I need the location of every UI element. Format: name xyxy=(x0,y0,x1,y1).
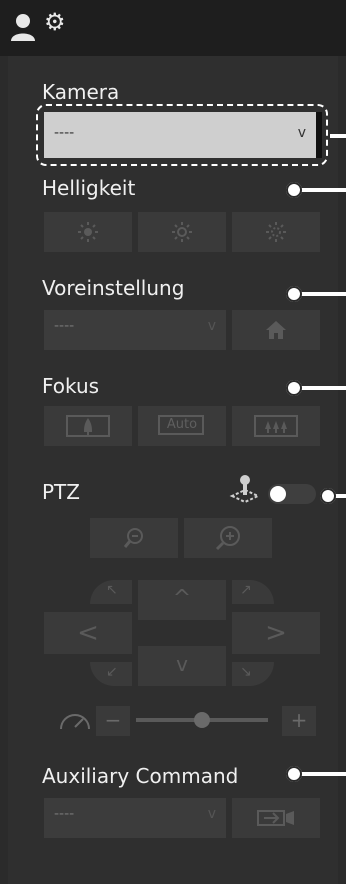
arrow-down-right-icon: ↘ xyxy=(240,664,252,680)
preset-select[interactable]: ---- v xyxy=(44,310,226,350)
pan-right-button[interactable]: > xyxy=(232,612,320,654)
brightness-high-icon xyxy=(266,222,286,242)
user-icon[interactable] xyxy=(10,12,36,46)
arrow-down-icon: v xyxy=(176,652,188,676)
brightness-medium-icon xyxy=(172,222,192,242)
callout-dot xyxy=(320,488,336,504)
camera-select[interactable]: ---- v xyxy=(44,112,322,158)
arrow-down-left-icon: ↙ xyxy=(106,664,118,680)
brightness-label: Helligkeit xyxy=(42,176,136,200)
send-command-button[interactable] xyxy=(232,798,320,838)
zoom-out-icon xyxy=(123,528,143,548)
chevron-down-icon: v xyxy=(297,125,306,141)
preset-label: Voreinstellung xyxy=(42,276,185,300)
speed-decrease-button[interactable]: − xyxy=(96,706,130,736)
brightness-high-button[interactable] xyxy=(232,212,320,252)
preset-select-value: ---- xyxy=(54,318,75,334)
callout-dot xyxy=(286,182,302,198)
brightness-low-button[interactable] xyxy=(44,212,132,252)
callout-dot xyxy=(286,286,302,302)
callout-line xyxy=(296,188,346,192)
focus-near-button[interactable] xyxy=(44,406,132,446)
focus-far-icon xyxy=(254,415,298,437)
callout-line xyxy=(296,292,346,296)
send-command-icon xyxy=(257,810,294,826)
zoom-in-icon xyxy=(215,526,240,551)
pan-left-button[interactable]: < xyxy=(44,612,132,654)
tilt-down-button[interactable]: v xyxy=(138,646,226,686)
brightness-medium-button[interactable] xyxy=(138,212,226,252)
preset-home-button[interactable] xyxy=(232,310,320,350)
ptz-toggle[interactable] xyxy=(268,484,316,504)
chevron-down-icon: v xyxy=(207,806,216,822)
callout-line xyxy=(296,386,346,390)
tilt-up-button[interactable]: ^ xyxy=(138,580,226,620)
callout-dot xyxy=(286,380,302,396)
gear-icon[interactable]: ⚙ xyxy=(44,10,66,34)
speed-gauge-icon xyxy=(58,706,92,736)
auxiliary-command-label: Auxiliary Command xyxy=(42,764,239,788)
minus-icon: − xyxy=(104,708,122,732)
arrow-up-icon: ^ xyxy=(172,586,192,611)
joystick-icon xyxy=(228,474,262,510)
speed-slider[interactable] xyxy=(136,712,268,728)
slider-thumb[interactable] xyxy=(194,712,210,728)
chevron-down-icon: v xyxy=(207,318,216,334)
top-bar: ⚙ xyxy=(0,0,346,56)
focus-auto-button[interactable]: Auto xyxy=(138,406,226,446)
auxiliary-command-select[interactable]: ---- v xyxy=(44,798,226,838)
focus-auto-label: Auto xyxy=(166,417,198,432)
callout-dot xyxy=(286,766,302,782)
home-icon xyxy=(266,321,286,339)
callout-line xyxy=(330,134,346,138)
zoom-out-button[interactable] xyxy=(90,518,178,558)
camera-select-value: ---- xyxy=(54,125,75,141)
zoom-in-button[interactable] xyxy=(184,518,272,558)
select-separator xyxy=(316,112,322,158)
callout-line xyxy=(296,772,346,776)
arrow-up-left-icon: ↖ xyxy=(106,582,118,598)
ptz-label: PTZ xyxy=(42,480,80,504)
auxiliary-select-value: ---- xyxy=(54,806,75,822)
plus-icon: + xyxy=(290,708,308,732)
arrow-left-icon: < xyxy=(77,618,99,648)
focus-near-icon xyxy=(66,415,110,437)
focus-label: Fokus xyxy=(42,374,100,398)
arrow-right-icon: > xyxy=(265,618,287,648)
focus-far-button[interactable] xyxy=(232,406,320,446)
camera-label: Kamera xyxy=(42,80,120,104)
arrow-up-right-icon: ↗ xyxy=(240,582,252,598)
toggle-knob xyxy=(270,486,286,502)
brightness-low-icon xyxy=(78,222,98,242)
speed-increase-button[interactable]: + xyxy=(282,706,316,736)
